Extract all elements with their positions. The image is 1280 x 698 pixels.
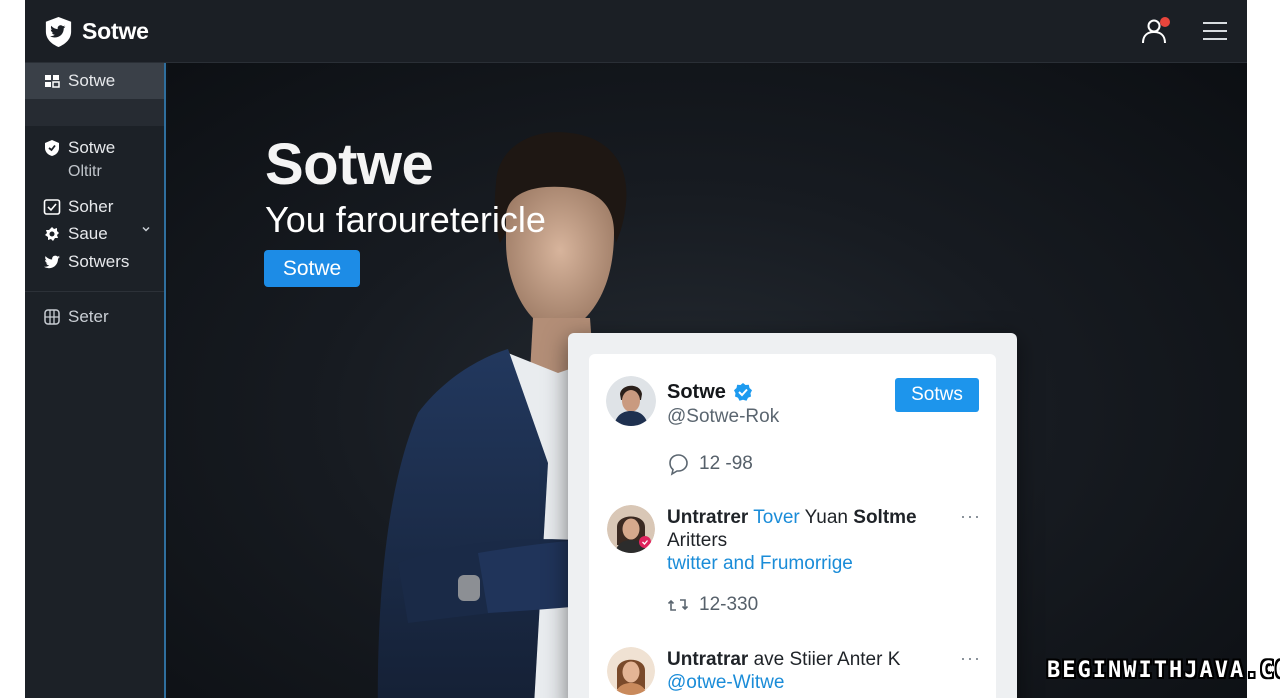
sidebar-divider-band — [25, 99, 164, 126]
tweet-text: ave Stiier Anter K — [753, 649, 901, 670]
grid-icon — [45, 75, 60, 88]
sidebar-item-label: Soher — [68, 197, 114, 216]
hero-cta-button[interactable]: Sotwe — [264, 250, 360, 287]
sidebar: Sotwe Sotwe Oltitr Soher Saue Sotwers Se… — [25, 63, 166, 698]
sidebar-item-label: Saue — [68, 224, 108, 243]
verified-badge-icon — [734, 383, 752, 401]
shield-icon — [45, 140, 59, 156]
brand-name: Sotwe — [82, 17, 149, 44]
tweet-author: Untratrer — [667, 507, 749, 528]
brand[interactable]: Sotwe — [42, 14, 149, 48]
hamburger-menu-icon[interactable] — [1203, 20, 1229, 42]
tweet-line-2: Aritters — [667, 530, 728, 551]
tweet-handle: @otwe-Witwe — [667, 672, 785, 693]
sidebar-item-soher[interactable]: Soher — [42, 197, 113, 217]
sidebar-item-sotwe[interactable]: Sotwe — [42, 138, 115, 158]
more-options-icon[interactable]: ··· — [960, 506, 981, 527]
gear-icon — [45, 227, 59, 241]
twitter-shield-logo — [45, 16, 72, 47]
sidebar-item-label: Sotwe — [68, 138, 116, 157]
check-square-icon — [43, 199, 61, 215]
sidebar-separator — [25, 291, 164, 292]
retweet-count: 12-330 — [699, 594, 759, 615]
user-avatar[interactable] — [607, 505, 655, 553]
reply-count: 12 -98 — [699, 453, 753, 474]
retweet-icon — [667, 599, 689, 611]
tweet-line-3: twitter and Frumorrige — [667, 553, 853, 574]
top-bar: Sotwe — [25, 0, 1247, 63]
profile-handle[interactable]: @Sotwe-Rok — [667, 406, 779, 428]
tweet-item-2[interactable]: Untratrar ave Stiier Anter K @otwe-Witwe — [667, 648, 967, 694]
notification-badge — [1160, 17, 1170, 27]
bird-icon — [44, 255, 60, 269]
watermark-text: BEGINWITHJAVA.COM — [1047, 658, 1280, 683]
tweet-card: Sotwe @Sotwe-Rok Sotws 12 -98 Untratrer … — [589, 354, 996, 698]
user-avatar[interactable] — [607, 647, 655, 695]
sliders-icon — [44, 309, 60, 325]
sidebar-item-sotwers[interactable]: Sotwers — [42, 252, 129, 272]
app-window: Sotwe Sotwe Sotwe Oltitr Soher Saue Sotw… — [25, 0, 1247, 698]
tweet-word: Yuan — [804, 507, 848, 528]
sidebar-item-home[interactable]: Sotwe — [25, 63, 164, 99]
tweet-item-1[interactable]: Untratrer Tover Yuan Soltme Aritters twi… — [667, 506, 967, 575]
hero-title: Sotwe — [265, 132, 434, 197]
reply-stat[interactable]: 12 -98 — [666, 452, 753, 476]
profile-avatar[interactable] — [606, 376, 656, 426]
sidebar-item-label: Seter — [68, 307, 109, 326]
tweet-mention: Tover — [753, 507, 800, 528]
chevron-down-icon[interactable] — [140, 223, 152, 235]
sidebar-item-seter[interactable]: Seter — [42, 307, 109, 327]
hero-subtitle: You farouretericle — [265, 199, 546, 240]
sidebar-item-label: Sotwers — [68, 252, 130, 271]
follow-button[interactable]: Sotws — [895, 378, 979, 412]
more-options-icon[interactable]: ··· — [960, 648, 981, 669]
sidebar-subitem[interactable]: Oltitr — [68, 163, 102, 181]
tweet-word-bold: Soltme — [853, 507, 917, 528]
comment-icon — [669, 454, 688, 476]
sidebar-item-label: Sotwe — [68, 71, 116, 90]
retweet-stat[interactable]: 12-330 — [666, 593, 758, 617]
profile-name[interactable]: Sotwe — [667, 381, 726, 404]
sidebar-item-saue[interactable]: Saue — [42, 224, 108, 244]
tweet-author: Untratrar — [667, 649, 749, 670]
